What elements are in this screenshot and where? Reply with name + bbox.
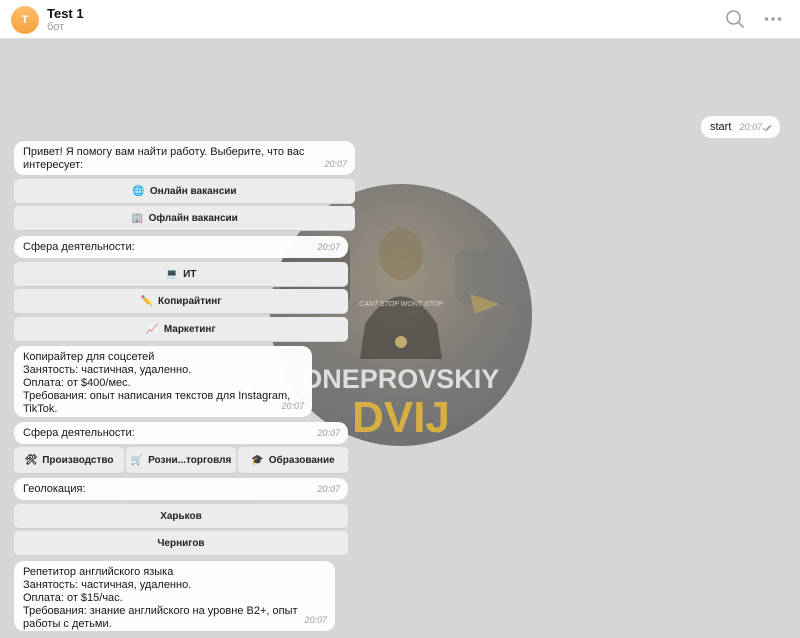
cart-icon: 🛒 bbox=[130, 454, 144, 466]
more-icon[interactable] bbox=[762, 8, 784, 30]
button-label: Производство bbox=[42, 454, 114, 466]
button-label: Харьков bbox=[160, 510, 202, 522]
message-text: Копирайтер для соцсетей Занятость: части… bbox=[23, 351, 291, 415]
button-label: Чернигов bbox=[157, 537, 205, 549]
button-label: Копирайтинг bbox=[157, 295, 222, 307]
button-label: ИТ bbox=[183, 268, 197, 280]
incoming-message-greeting[interactable]: Привет! Я помогу вам найти работу. Выбер… bbox=[14, 141, 355, 175]
retail-button[interactable]: 🛒 Розни...торговля bbox=[126, 447, 236, 474]
button-label: Образование bbox=[268, 454, 335, 466]
copywriting-button[interactable]: ✏️ Копирайтинг bbox=[14, 289, 348, 314]
online-vacancies-button[interactable]: 🌐 Онлайн вакансии bbox=[14, 179, 355, 204]
button-label: Маркетинг bbox=[163, 323, 216, 335]
education-button[interactable]: 🎓 Образование bbox=[238, 447, 348, 474]
incoming-message-geolocation[interactable]: Геолокация: 20:07 bbox=[14, 478, 348, 500]
watermark-cap-text: CANT STOP WONT STOP bbox=[359, 301, 443, 308]
message-list[interactable]: CANT STOP WONT STOP DNEPROVSKIY DVIJ sta… bbox=[0, 39, 800, 638]
chat-title[interactable]: Test 1 bbox=[47, 6, 84, 21]
message-text: Репетитор английского языка Занятость: ч… bbox=[23, 566, 298, 630]
message-text: Геолокация: bbox=[23, 483, 86, 495]
watermark-line1: DNEPROVSKIY bbox=[303, 364, 500, 394]
message-text: Сфера деятельности: bbox=[23, 427, 135, 439]
message-time: 20:07 bbox=[304, 615, 327, 625]
incoming-message-vacancy-copywriter[interactable]: Копирайтер для соцсетей Занятость: части… bbox=[14, 346, 312, 417]
incoming-message-vacancy-tutor[interactable]: Репетитор английского языка Занятость: ч… bbox=[14, 561, 335, 631]
chat-header: T Test 1 бот bbox=[0, 0, 800, 39]
button-label: Офлайн вакансии bbox=[148, 212, 238, 224]
marketing-button[interactable]: 📈 Маркетинг bbox=[14, 317, 348, 342]
incoming-message-sphere-2[interactable]: Сфера деятельности: 20:07 bbox=[14, 422, 348, 444]
message-time: 20:07 bbox=[317, 428, 340, 438]
search-icon[interactable] bbox=[724, 8, 746, 30]
message-text: Сфера деятельности: bbox=[23, 241, 135, 253]
chernihiv-button[interactable]: Чернигов bbox=[14, 531, 348, 556]
kharkiv-button[interactable]: Харьков bbox=[14, 504, 348, 529]
pencil-icon: ✏️ bbox=[140, 295, 153, 307]
graduation-cap-icon: 🎓 bbox=[251, 454, 264, 466]
it-button[interactable]: 💻 ИТ bbox=[14, 262, 348, 287]
outgoing-message-start[interactable]: start 20:07 bbox=[701, 116, 780, 138]
message-text: start bbox=[710, 121, 732, 133]
chart-icon: 📈 bbox=[146, 323, 159, 335]
message-time: 20:07 bbox=[739, 122, 762, 132]
avatar[interactable]: T bbox=[11, 6, 39, 34]
message-time: 20:07 bbox=[317, 484, 340, 494]
button-label: Онлайн вакансии bbox=[149, 185, 237, 197]
message-time: 20:07 bbox=[281, 401, 304, 411]
office-building-icon: 🏢 bbox=[131, 212, 144, 224]
message-text: Привет! Я помогу вам найти работу. Выбер… bbox=[23, 146, 305, 171]
watermark-line2: DVIJ bbox=[352, 393, 450, 442]
offline-vacancies-button[interactable]: 🏢 Офлайн вакансии bbox=[14, 206, 355, 231]
incoming-message-sphere[interactable]: Сфера деятельности: 20:07 bbox=[14, 236, 348, 258]
message-time: 20:07 bbox=[317, 242, 340, 252]
laptop-icon: 💻 bbox=[165, 268, 179, 280]
tools-icon: 🛠 bbox=[24, 454, 38, 466]
globe-icon: 🌐 bbox=[132, 185, 145, 197]
production-button[interactable]: 🛠 Производство bbox=[14, 447, 124, 474]
read-checks-icon bbox=[762, 125, 772, 132]
button-label: Розни...торговля bbox=[148, 454, 232, 466]
message-time: 20:07 bbox=[324, 159, 347, 169]
chat-subtitle: бот bbox=[47, 21, 65, 33]
